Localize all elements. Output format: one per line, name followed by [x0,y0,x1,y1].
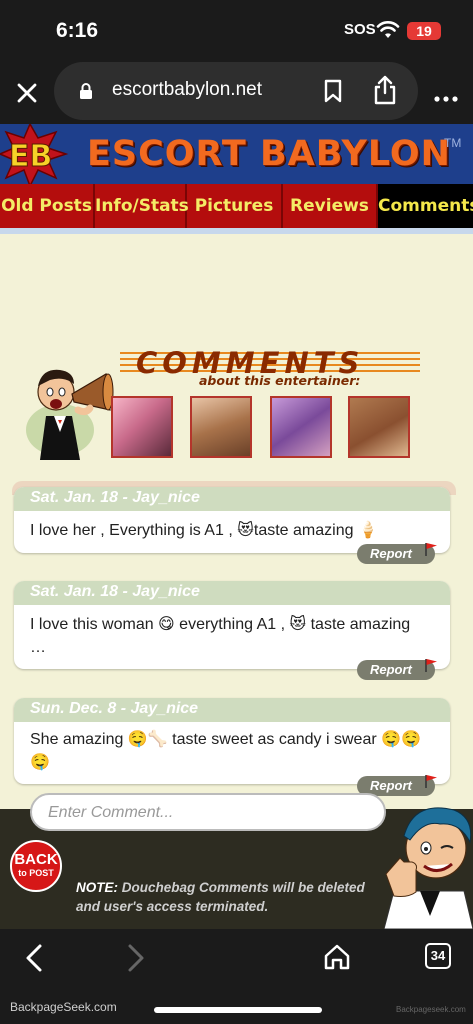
site-content: EB ESCORT BABYLON TM Old Posts Info/Stat… [0,124,473,929]
bookmark-icon[interactable] [322,78,344,109]
trademark: TM [444,136,462,150]
comment-card: Sun. Dec. 8 - Jay_nice She amazing 🤤🦴 ta… [14,698,450,784]
watermark-small: Backpageseek.com [396,1005,466,1014]
site-header: EB ESCORT BABYLON TM [0,124,473,188]
more-icon[interactable] [434,89,458,107]
browser-toolbar: escortbabylon.net [0,62,473,124]
report-button[interactable]: Report [357,659,437,680]
site-title: ESCORT BABYLON [87,134,451,174]
photo-thumbnail[interactable] [270,396,332,458]
flag-icon [423,541,439,563]
enter-comment-placeholder: Enter Comment... [48,804,174,821]
eb-logo-letters: EB [9,139,52,174]
comment-card: Sat. Jan. 18 - Jay_nice I love this woma… [14,581,450,669]
note-label: NOTE: [76,880,118,895]
url-text: escortbabylon.net [112,79,262,100]
nav-old-posts[interactable]: Old Posts [0,184,95,228]
thumbs-up-mascot-image [383,796,473,929]
watermark: BackpageSeek.com [10,1000,117,1014]
tabs-icon[interactable]: 34 [425,943,451,969]
comment-header: Sat. Jan. 18 - Jay_nice [14,487,450,511]
home-indicator[interactable] [154,1007,322,1013]
moderation-note: NOTE: Douchebag Comments will be deleted… [76,878,376,916]
megaphone-mascot-image [20,352,120,467]
nav-info-stats[interactable]: Info/Stats [95,184,189,228]
close-icon[interactable] [12,78,42,108]
comments-subheading: about this entertainer: [199,373,361,388]
status-bar: 6:16 SOS 19 [0,0,473,62]
comment-text: I love this woman 😋 everything A1 , 😻 ta… [30,616,411,656]
nav-pictures[interactable]: Pictures [187,184,283,228]
photo-thumbnail[interactable] [190,396,252,458]
browser-bottom-nav: 34 BackpageSeek.com Backpageseek.com [0,929,473,1024]
home-icon[interactable] [322,942,352,977]
back-to-post-button[interactable]: BACK to POST [10,840,62,892]
comment-date: Sat. Jan. 18 - Jay_nice [30,583,200,600]
forward-arrow-icon[interactable] [122,943,148,978]
comment-header: Sat. Jan. 18 - Jay_nice [14,581,450,605]
photo-thumbnail[interactable] [348,396,410,458]
nav-comments[interactable]: Comments [378,184,473,228]
back-label: BACK [14,851,58,868]
status-sos: SOS [344,21,376,38]
comment-date: Sun. Dec. 8 - Jay_nice [30,700,199,717]
note-text: Douchebag Comments will be deleted and u… [76,880,365,914]
report-label: Report [370,778,412,793]
report-label: Report [370,662,412,677]
photo-thumbnail[interactable] [111,396,173,458]
comment-text: She amazing 🤤🦴 taste sweet as candy i sw… [30,731,421,771]
comment-date: Sat. Jan. 18 - Jay_nice [30,489,200,506]
comment-header: Sun. Dec. 8 - Jay_nice [14,698,450,722]
wifi-icon [376,20,400,45]
eb-logo[interactable]: EB [0,124,80,188]
to-post-label: to POST [18,868,54,878]
share-icon[interactable] [372,74,398,111]
status-time: 6:16 [56,19,99,42]
nav-underline [0,228,473,234]
report-label: Report [370,546,412,561]
comment-text: I love her , Everything is A1 , 😻taste a… [30,522,378,539]
site-nav: Old Posts Info/Stats Pictures Reviews Co… [0,184,473,228]
battery-indicator: 19 [407,22,441,40]
address-bar[interactable]: escortbabylon.net [54,62,418,120]
enter-comment-input[interactable]: Enter Comment... [30,793,386,831]
flag-icon [423,657,439,679]
lock-icon [78,82,94,105]
report-button[interactable]: Report [357,543,437,564]
nav-reviews[interactable]: Reviews [283,184,378,228]
flag-icon [423,773,439,795]
back-arrow-icon[interactable] [22,943,48,978]
